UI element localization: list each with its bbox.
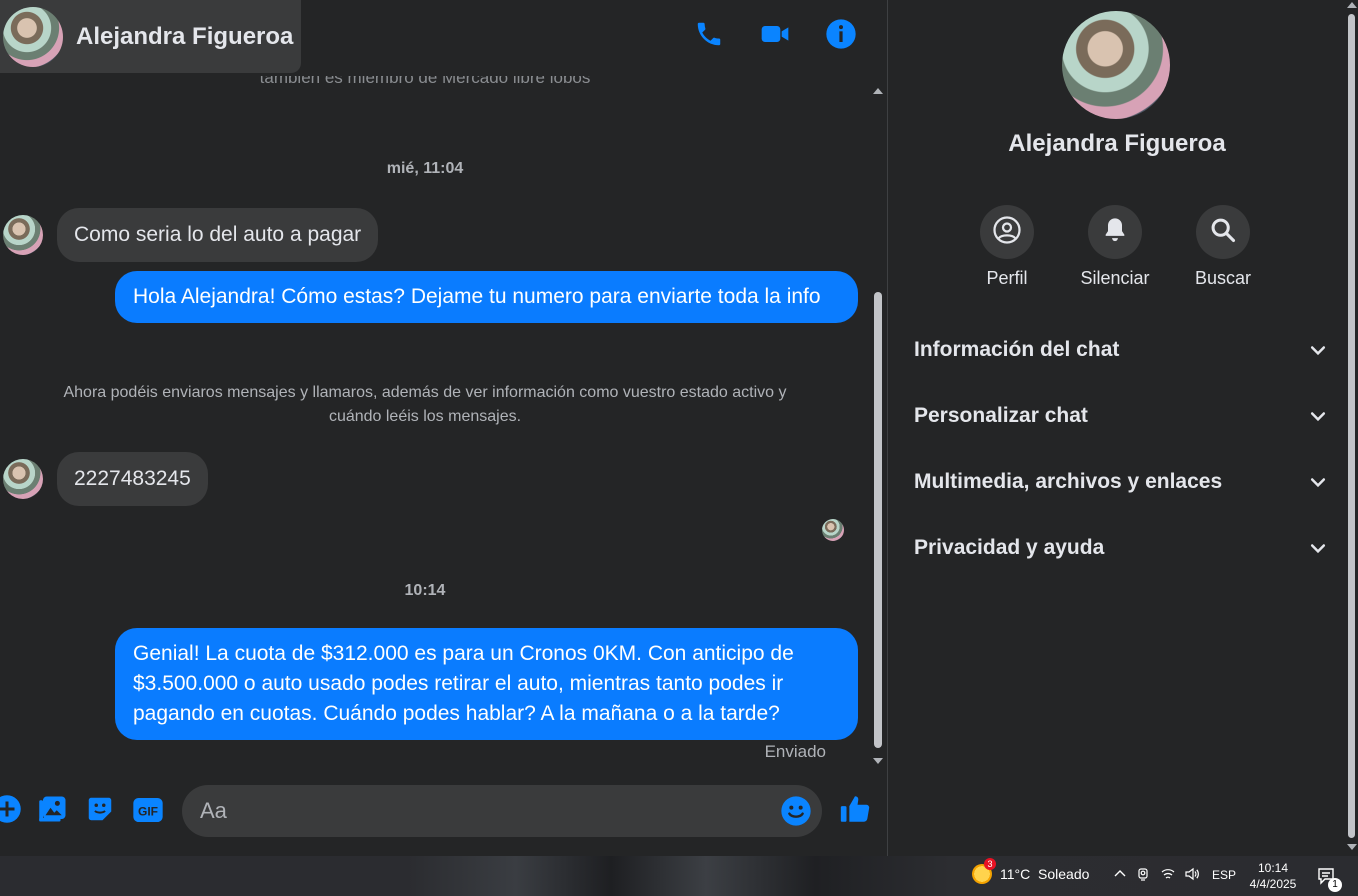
clock-time: 10:14 <box>1257 861 1289 875</box>
message-timestamp: mié, 11:04 <box>386 160 464 177</box>
section-customize-chat[interactable]: Personalizar chat <box>914 391 1328 441</box>
section-label: Personalizar chat <box>914 404 1088 427</box>
search-button[interactable]: Buscar <box>1168 205 1278 289</box>
phone-icon[interactable] <box>693 18 725 50</box>
outgoing-message[interactable]: Hola Alejandra! Cómo estas? Dejame tu nu… <box>115 271 858 323</box>
sticker-icon[interactable] <box>85 794 117 826</box>
gif-label: GIF <box>138 804 158 818</box>
meet-now-icon[interactable] <box>1136 866 1152 882</box>
contact-header-card[interactable]: Alejandra Figueroa <box>0 0 301 73</box>
incoming-message-row: 2227483245 <box>0 452 208 506</box>
emoji-icon[interactable] <box>780 795 812 827</box>
profile-name: Alejandra Figueroa <box>1008 130 1226 157</box>
chevron-up-icon[interactable] <box>1112 866 1128 882</box>
scroll-thumb[interactable] <box>1348 14 1355 838</box>
scroll-down-arrow[interactable] <box>1347 844 1357 850</box>
cutoff-system-text: también es miembro de Mercado libre lobo… <box>259 76 591 87</box>
incoming-message-row: Como seria lo del auto a pagar <box>0 208 379 262</box>
taskbar: 3 11°C Soleado ESP 10:14 4/4/2025 1 <box>0 856 1358 896</box>
scroll-up-arrow[interactable] <box>1347 2 1357 8</box>
search-button-label: Buscar <box>1194 268 1252 288</box>
window-scrollbar[interactable] <box>1345 0 1358 856</box>
bell-icon <box>1101 216 1129 249</box>
outgoing-message[interactable]: Genial! La cuota de $312.000 es para un … <box>115 628 858 740</box>
system-notice: Ahora podéis enviaros mensajes y llamaro… <box>63 384 787 425</box>
section-label: Privacidad y ayuda <box>914 536 1105 559</box>
wifi-icon[interactable] <box>1160 866 1176 882</box>
chat-pane: Alejandra Figueroa también es miembro de… <box>0 0 887 856</box>
section-chat-info[interactable]: Información del chat <box>914 325 1328 375</box>
image-icon[interactable] <box>38 794 70 826</box>
scroll-up-arrow[interactable] <box>873 88 883 94</box>
weather-widget[interactable]: 3 11°C Soleado <box>972 858 1090 884</box>
avatar[interactable] <box>3 6 63 67</box>
profile-button-label: Perfil <box>986 268 1028 288</box>
notification-badge: 1 <box>1328 878 1342 892</box>
header-actions <box>693 18 857 50</box>
mute-button[interactable]: Silenciar <box>1060 205 1170 289</box>
language-indicator[interactable]: ESP <box>1212 868 1236 882</box>
message-list[interactable]: también es miembro de Mercado libre lobo… <box>0 76 870 766</box>
chat-scrollbar[interactable] <box>871 86 885 766</box>
system-tray <box>1112 866 1200 882</box>
chat-header: Alejandra Figueroa <box>0 0 887 76</box>
contact-name[interactable]: Alejandra Figueroa <box>76 23 293 51</box>
profile-avatar[interactable] <box>1062 11 1170 119</box>
scroll-down-arrow[interactable] <box>873 758 883 764</box>
section-privacy-help[interactable]: Privacidad y ayuda <box>914 523 1328 573</box>
sun-icon: 3 <box>972 858 996 884</box>
chevron-down-icon <box>1310 478 1326 488</box>
sender-avatar[interactable] <box>3 215 43 255</box>
chevron-down-icon <box>1310 544 1326 554</box>
plus-icon[interactable] <box>0 794 24 826</box>
message-input[interactable] <box>200 785 760 837</box>
volume-icon[interactable] <box>1184 866 1200 882</box>
search-icon <box>1209 216 1237 249</box>
seen-avatar <box>822 519 844 541</box>
section-media-files-links[interactable]: Multimedia, archivos y enlaces <box>914 457 1328 507</box>
weather-badge: 3 <box>984 858 996 870</box>
chevron-down-icon <box>1310 346 1326 356</box>
weather-text: 11°C Soleado <box>1000 866 1090 882</box>
incoming-message[interactable]: Como seria lo del auto a pagar <box>57 208 379 262</box>
section-label: Multimedia, archivos y enlaces <box>914 470 1223 493</box>
composer: GIF <box>0 780 887 842</box>
chevron-down-icon <box>1310 412 1326 422</box>
profile-button[interactable]: Perfil <box>952 205 1062 289</box>
video-icon[interactable] <box>759 18 791 50</box>
clock-date: 4/4/2025 <box>1249 877 1297 891</box>
sender-avatar[interactable] <box>3 459 43 499</box>
notification-icon[interactable]: 1 <box>1316 866 1342 892</box>
like-icon[interactable] <box>838 792 870 824</box>
scroll-thumb[interactable] <box>874 292 882 748</box>
profile-icon <box>992 215 1022 250</box>
message-status: Enviado <box>764 742 826 761</box>
clock[interactable]: 10:14 4/4/2025 <box>1246 860 1300 892</box>
section-label: Información del chat <box>914 338 1120 361</box>
message-input-box[interactable] <box>182 785 822 837</box>
details-pane: Alejandra Figueroa Perfil Silenciar Busc… <box>887 0 1358 856</box>
gif-icon[interactable]: GIF <box>132 794 164 826</box>
message-timestamp: 10:14 <box>404 582 446 599</box>
mute-button-label: Silenciar <box>1080 268 1150 288</box>
info-icon[interactable] <box>825 18 857 50</box>
incoming-message[interactable]: 2227483245 <box>57 452 208 506</box>
